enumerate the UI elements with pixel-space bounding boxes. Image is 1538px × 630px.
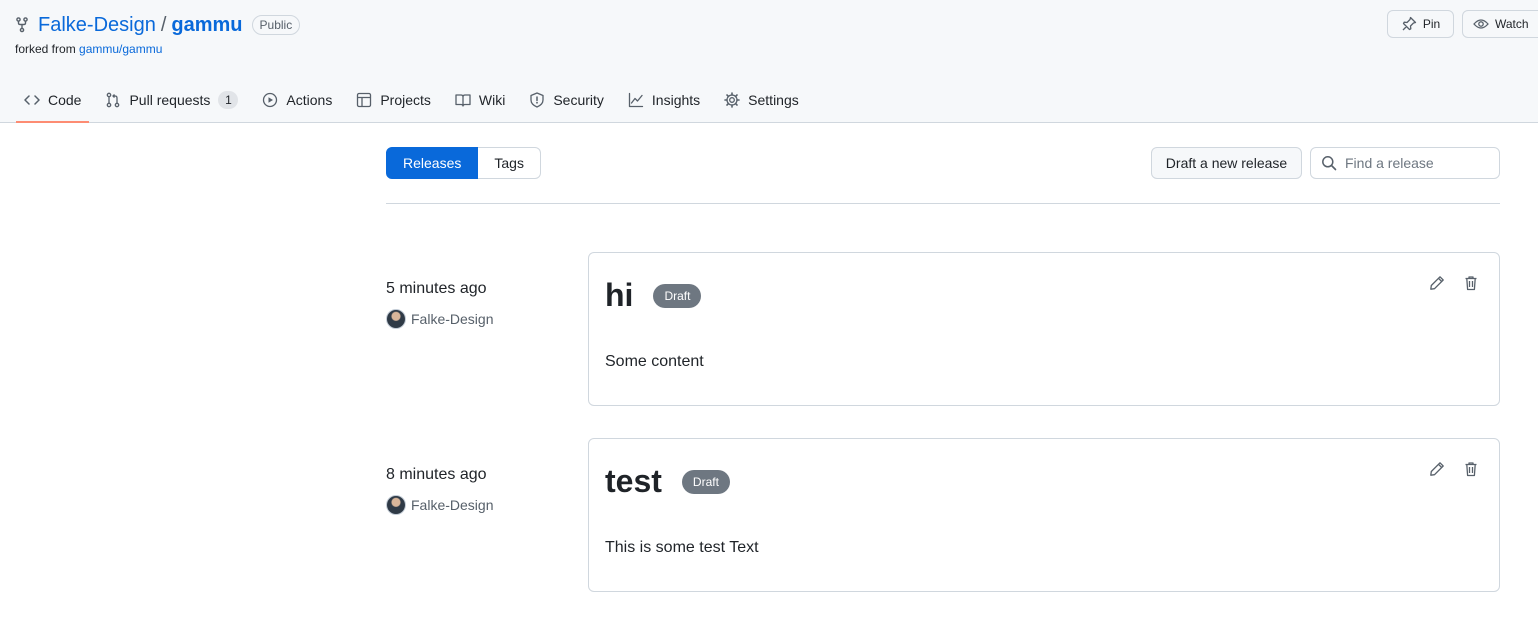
repo-title: Falke-Design / gammu Public [16,12,301,38]
release-meta: 5 minutes ago Falke-Design [386,280,576,329]
avatar [386,495,406,515]
repo-header: Falke-Design / gammu Public forked from … [0,0,1538,123]
forked-from-label: forked from [15,42,76,56]
pull-requests-counter: 1 [218,91,239,109]
tab-settings-label: Settings [748,92,799,108]
watch-button[interactable]: Watch [1462,10,1538,38]
header-actions: Pin Watch [1387,10,1538,38]
graph-icon [628,92,644,108]
tab-wiki[interactable]: Wiki [447,84,513,116]
draft-badge: Draft [653,283,702,308]
search-input[interactable] [1345,155,1495,171]
tab-wiki-label: Wiki [478,92,506,108]
draft-new-release-button[interactable]: Draft a new release [1151,147,1302,179]
pencil-icon[interactable] [1429,275,1445,291]
tab-pull-requests[interactable]: Pull requests 1 [97,84,246,116]
release-title-row: hi Draft [605,277,702,314]
release-title-row: test Draft [605,463,730,500]
pin-icon [1401,16,1417,32]
release-body: This is some test Text [605,539,759,556]
draft-badge: Draft [681,469,730,494]
repo-name-link[interactable]: gammu [171,14,242,37]
release-time[interactable]: 5 minutes ago [386,280,576,298]
visibility-badge: Public [251,15,301,35]
code-icon [24,92,40,108]
shield-icon [529,92,545,108]
tab-insights-label: Insights [651,92,701,108]
repo-owner-link[interactable]: Falke-Design [38,14,156,37]
forked-source-link[interactable]: gammu/gammu [79,42,162,56]
book-icon [455,92,471,108]
tab-projects-label: Projects [380,92,431,108]
forked-from: forked from gammu/gammu [15,42,162,56]
repo-forked-icon [16,17,30,33]
gear-icon [724,92,740,108]
release-author[interactable]: Falke-Design [386,309,576,329]
pull-request-icon [105,92,121,108]
release-actions [1429,461,1479,477]
tab-pull-requests-label: Pull requests [129,92,211,108]
path-separator: / [160,13,167,36]
tab-actions-label: Actions [286,92,333,108]
tags-tab[interactable]: Tags [478,147,541,179]
author-name: Falke-Design [411,311,494,327]
release-card: test Draft This is some test Text [588,438,1500,592]
release-card: hi Draft Some content [588,252,1500,406]
trash-icon[interactable] [1463,275,1479,291]
repo-tabs: Code Pull requests 1 Actions Projects Wi… [16,84,815,123]
tab-insights[interactable]: Insights [620,84,708,116]
play-icon [262,92,278,108]
releases-tab[interactable]: Releases [386,147,479,179]
release-title[interactable]: hi [605,277,633,314]
tab-settings[interactable]: Settings [716,84,807,116]
release-entry: 5 minutes ago Falke-Design hi Draft Some… [386,252,1500,406]
search-icon [1321,155,1337,171]
tab-security-label: Security [553,92,604,108]
author-name: Falke-Design [411,497,494,513]
pin-label: Pin [1422,17,1441,31]
tab-code-label: Code [48,92,82,108]
pencil-icon[interactable] [1429,461,1445,477]
tab-actions[interactable]: Actions [254,84,340,116]
release-title[interactable]: test [605,463,662,500]
eye-icon [1473,16,1489,32]
tab-security[interactable]: Security [521,84,612,116]
divider [386,203,1500,204]
avatar [386,309,406,329]
release-body: Some content [605,353,704,370]
release-time[interactable]: 8 minutes ago [386,466,576,484]
trash-icon[interactable] [1463,461,1479,477]
release-entry: 8 minutes ago Falke-Design test Draft Th… [386,438,1500,592]
watch-label: Watch [1495,17,1529,31]
tab-projects[interactable]: Projects [348,84,439,116]
pin-button[interactable]: Pin [1387,10,1454,38]
release-author[interactable]: Falke-Design [386,495,576,515]
tab-code[interactable]: Code [16,84,90,123]
release-search[interactable] [1310,147,1500,179]
table-icon [356,92,372,108]
release-actions [1429,275,1479,291]
releases-subnav: Releases Tags [386,147,541,179]
release-meta: 8 minutes ago Falke-Design [386,466,576,515]
